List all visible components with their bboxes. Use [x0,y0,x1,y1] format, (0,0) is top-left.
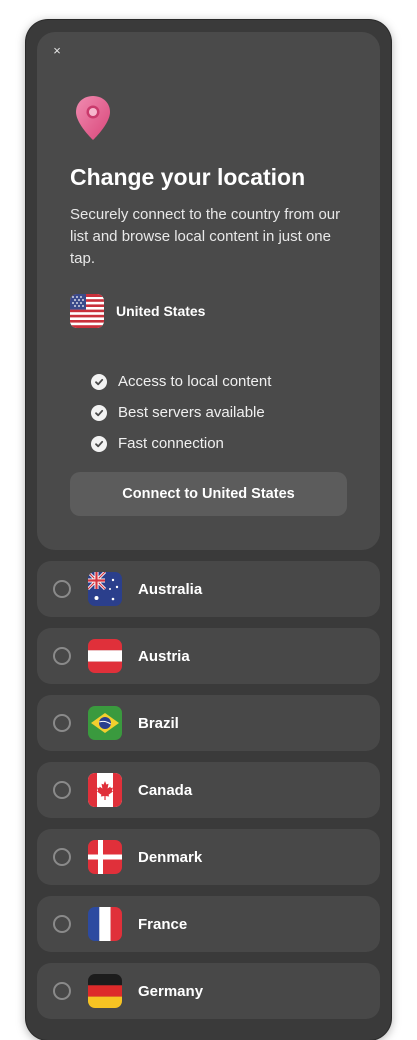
country-name: Canada [138,781,193,799]
flag-canada-icon [88,773,122,807]
country-row-brazil[interactable]: Brazil [37,695,380,751]
flag-france-icon [88,907,122,941]
feature-label: Access to local content [118,373,272,390]
flag-germany-icon [88,974,122,1008]
country-row-germany[interactable]: Germany [37,963,380,1019]
page-subtitle: Securely connect to the country from our… [70,206,341,267]
page-title: Change your location [70,164,306,190]
country-row-france[interactable]: France [37,896,380,952]
radio-button[interactable] [53,982,71,1000]
radio-button[interactable] [53,580,71,598]
check-icon [91,373,107,390]
check-icon [91,435,107,452]
country-name: Austria [138,647,190,665]
country-row-australia[interactable]: Australia [37,561,380,617]
feature-label: Best servers available [118,404,265,421]
radio-button[interactable] [53,915,71,933]
radio-button[interactable] [53,848,71,866]
current-country: United States [70,294,205,328]
feature-item: Access to local content [91,366,271,397]
country-row-denmark[interactable]: Denmark [37,829,380,885]
radio-button[interactable] [53,647,71,665]
flag-brazil-icon [88,706,122,740]
country-name: Denmark [138,848,203,866]
country-name: France [138,915,188,933]
country-name: Australia [138,580,203,598]
flag-usa-icon [70,294,104,328]
feature-item: Fast connection [91,428,271,459]
location-dialog: × Change your location Securely connect … [26,20,391,1040]
country-name: Germany [138,982,204,1000]
flag-austria-icon [88,639,122,673]
hero-card: × Change your location Securely connect … [37,32,380,550]
current-country-label: United States [116,303,206,319]
close-icon[interactable]: × [48,42,66,60]
feature-label: Fast connection [118,435,224,452]
country-row-austria[interactable]: Austria [37,628,380,684]
location-pin-icon [73,94,113,147]
check-icon [91,404,107,421]
radio-button[interactable] [53,781,71,799]
flag-denmark-icon [88,840,122,874]
feature-list: Access to local content Best servers ava… [91,366,271,459]
feature-item: Best servers available [91,397,271,428]
flag-australia-icon [88,572,122,606]
country-row-canada[interactable]: Canada [37,762,380,818]
radio-button[interactable] [53,714,71,732]
connect-button[interactable]: Connect to United States [70,472,347,516]
country-name: Brazil [138,714,179,732]
